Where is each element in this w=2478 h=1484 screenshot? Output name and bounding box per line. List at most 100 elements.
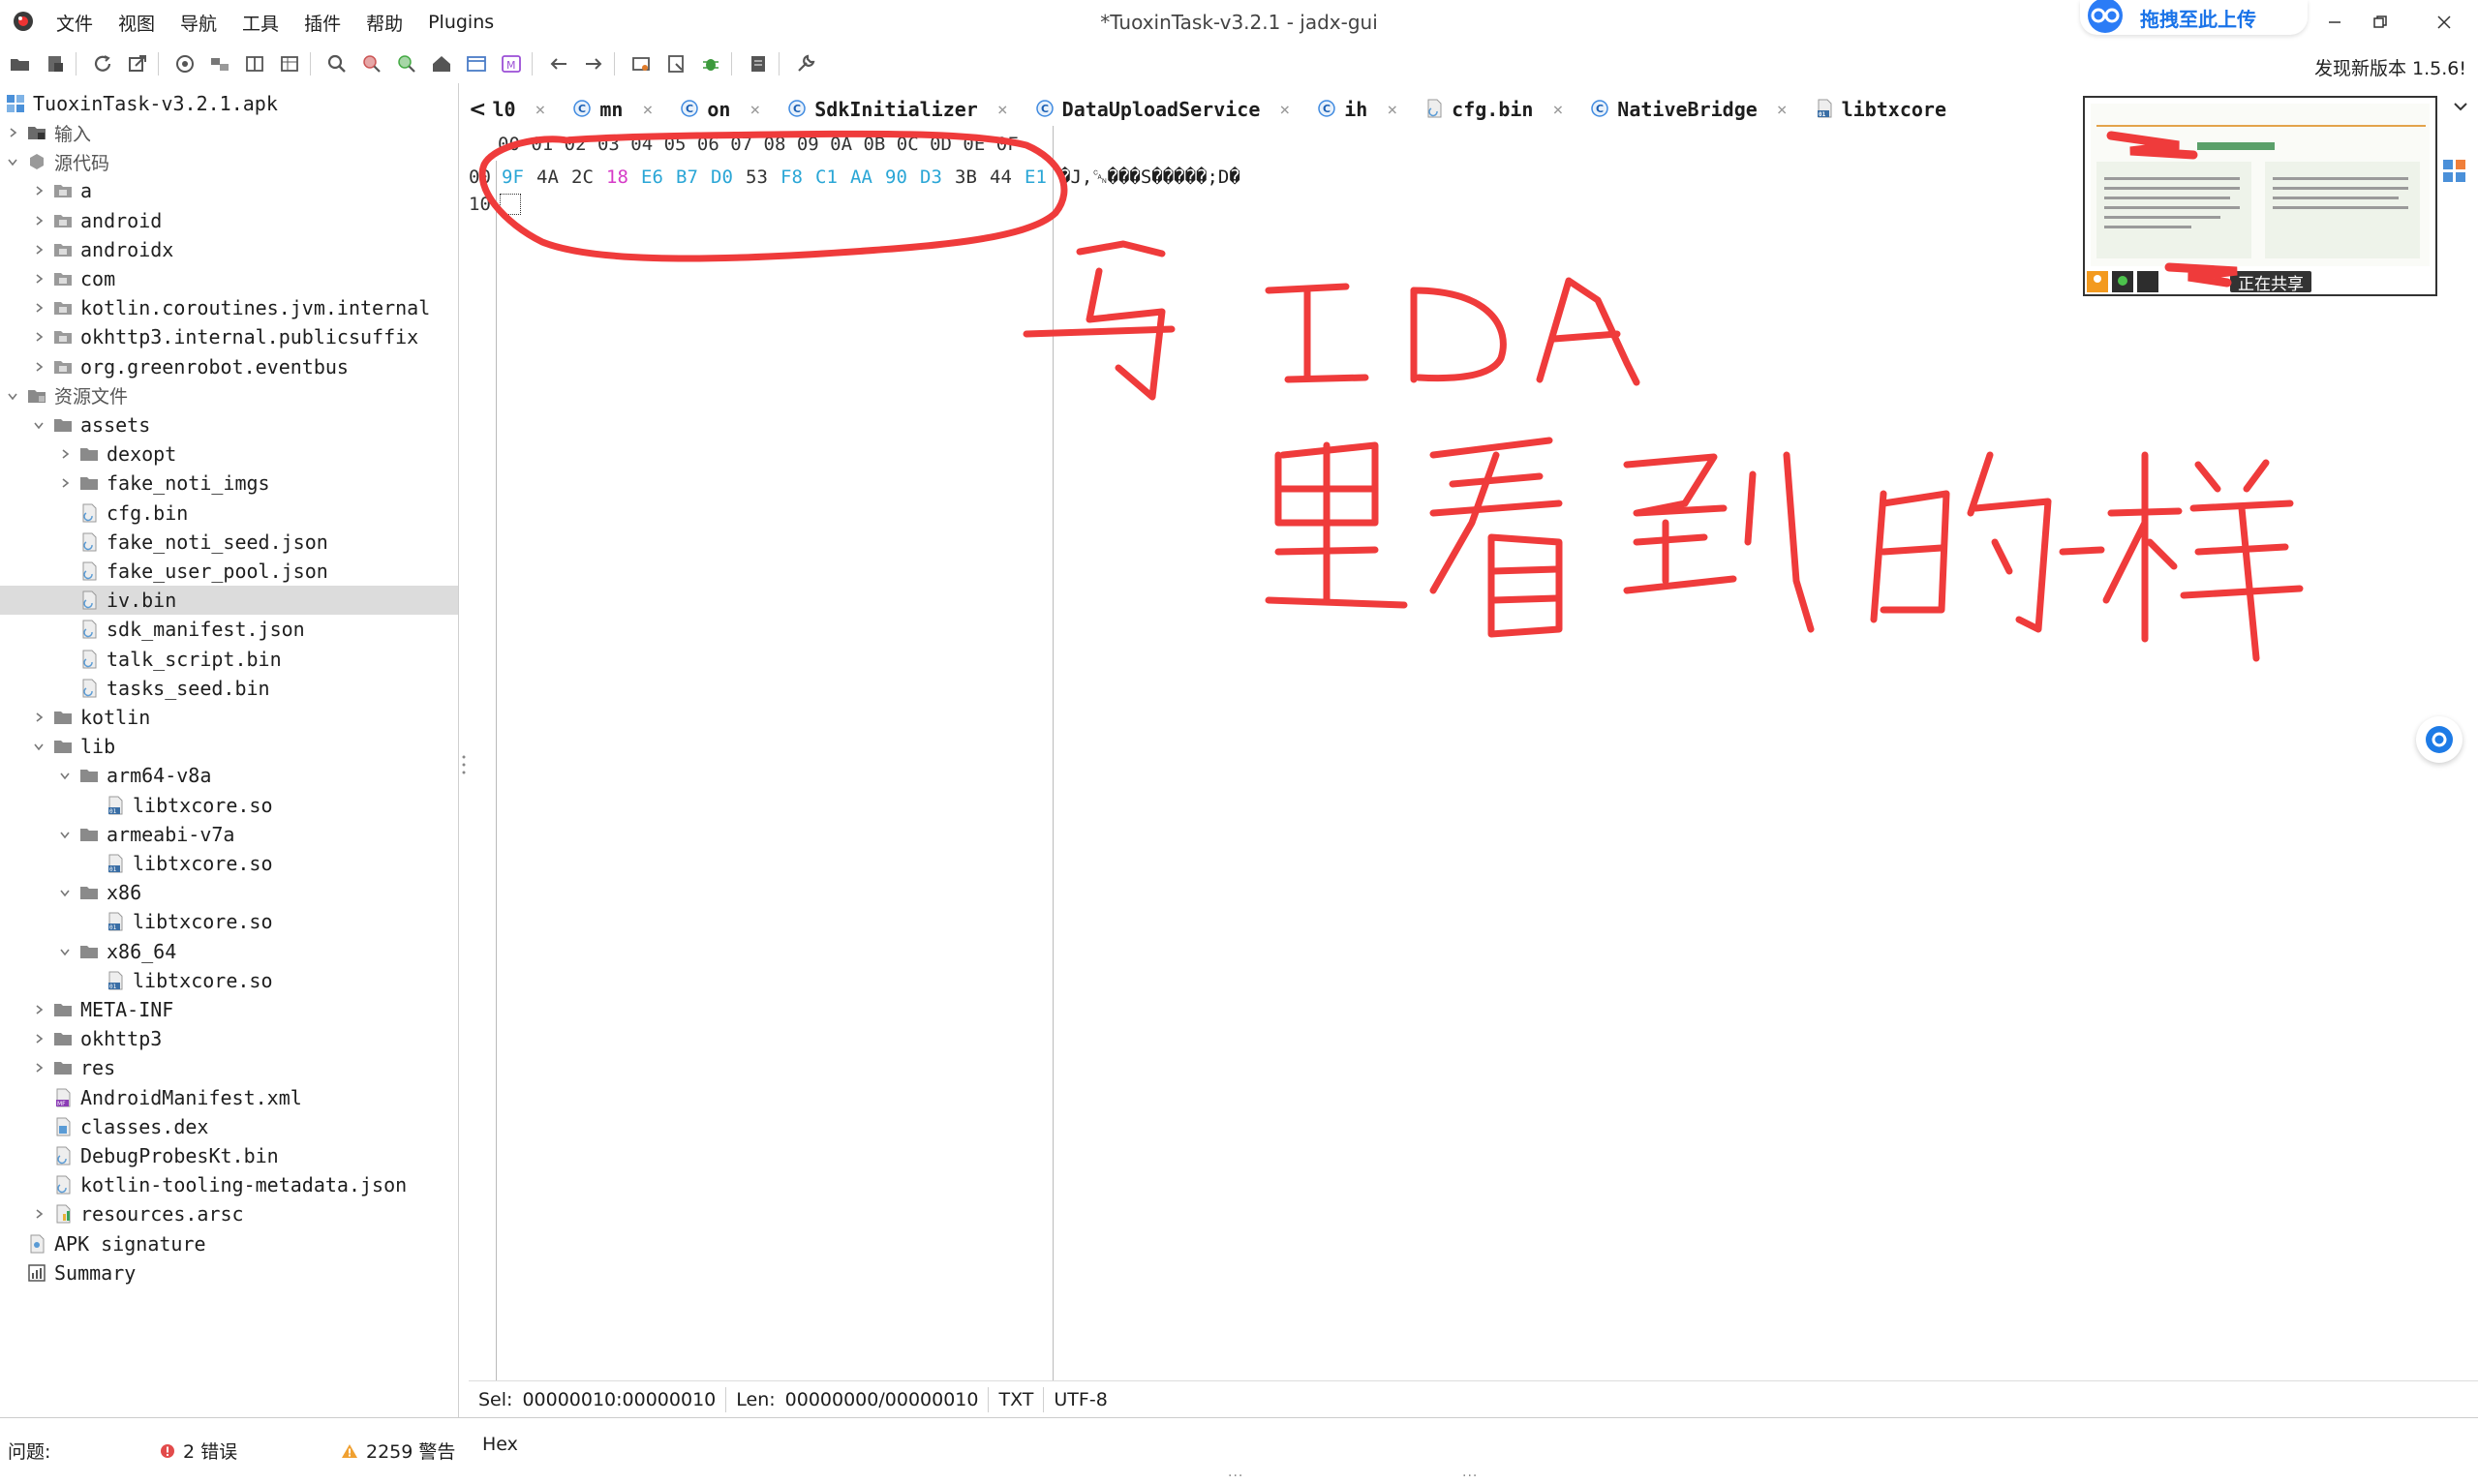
tree-item[interactable]: 输入 (0, 118, 458, 147)
errors-indicator[interactable]: 2 错误 (160, 1438, 237, 1464)
home-button[interactable] (427, 49, 456, 78)
menu-item-6[interactable]: Plugins (428, 12, 507, 33)
hex-byte[interactable]: 90 (885, 167, 920, 188)
screen-share-preview[interactable]: 正在共享 (2083, 96, 2437, 296)
menu-item-4[interactable]: 插件 (304, 10, 354, 36)
tab-close-icon[interactable]: × (750, 100, 760, 120)
chevron-right-icon[interactable] (32, 1061, 46, 1075)
chevron-right-icon[interactable] (32, 711, 46, 724)
tree-item[interactable]: x86 (0, 878, 458, 907)
tab-close-icon[interactable]: × (535, 100, 546, 120)
chevron-right-icon[interactable] (32, 243, 46, 257)
chevron-down-icon[interactable] (32, 418, 46, 432)
tree-item[interactable]: iv.bin (0, 586, 458, 616)
tab-close-icon[interactable]: × (1279, 100, 1290, 120)
editor-tab[interactable]: C NativeBridge × (1590, 93, 1788, 126)
tree-item[interactable]: android (0, 206, 458, 235)
usage-search-button[interactable] (392, 49, 421, 78)
hex-byte[interactable]: D3 (920, 167, 955, 188)
tree-item[interactable]: 01 libtxcore.so (0, 966, 458, 995)
encoding-selector[interactable]: UTF-8 (1044, 1387, 1117, 1412)
tab-close-icon[interactable]: × (1552, 100, 1563, 120)
tree-item[interactable]: okhttp3.internal.publicsuffix (0, 322, 458, 351)
chevron-right-icon[interactable] (32, 1003, 46, 1016)
menu-item-0[interactable]: 文件 (56, 10, 107, 36)
hex-byte[interactable]: 9F (502, 167, 536, 188)
hex-byte[interactable]: 2C (571, 167, 606, 188)
menu-item-2[interactable]: 导航 (180, 10, 230, 36)
view-mode-toggle[interactable]: TXT (989, 1387, 1045, 1412)
chevron-down-icon[interactable] (58, 769, 72, 782)
hex-byte[interactable]: 18 (606, 167, 641, 188)
tree-item[interactable]: tasks_seed.bin (0, 674, 458, 703)
tree-item[interactable]: assets (0, 410, 458, 439)
chevron-right-icon[interactable] (32, 214, 46, 227)
chevron-right-icon[interactable] (6, 126, 19, 139)
tree-item[interactable]: APK signature (0, 1229, 458, 1258)
tree-item[interactable]: sdk_manifest.json (0, 615, 458, 644)
chevron-right-icon[interactable] (58, 447, 72, 461)
chevron-down-icon[interactable] (32, 740, 46, 753)
editor-tab[interactable]: 01 libtxcore (1815, 93, 1946, 126)
tab-close-icon[interactable]: × (997, 100, 1008, 120)
apps-grid-icon[interactable] (2442, 159, 2467, 184)
chevron-right-icon[interactable] (32, 272, 46, 286)
close-button[interactable] (2415, 0, 2473, 45)
tree-item[interactable]: META-INF (0, 995, 458, 1024)
hex-byte[interactable]: 53 (746, 167, 780, 188)
log-viewer-button[interactable] (462, 49, 491, 78)
tree-item[interactable]: MF AndroidManifest.xml (0, 1083, 458, 1112)
hex-byte[interactable]: AA (850, 167, 885, 188)
hex-ascii-row[interactable]: �J,␘���S�����;D� (1059, 167, 1240, 188)
hex-byte[interactable]: D0 (711, 167, 746, 188)
chevron-right-icon[interactable] (32, 360, 46, 374)
editor-tab[interactable]: l0 × (492, 93, 545, 126)
hex-byte[interactable]: 4A (536, 167, 571, 188)
chevron-right-icon[interactable] (32, 1207, 46, 1221)
tree-item[interactable]: org.greenrobot.eventbus (0, 352, 458, 381)
tree-item[interactable]: kotlin-tooling-metadata.json (0, 1170, 458, 1199)
chevron-down-icon[interactable] (58, 945, 72, 958)
smali-button[interactable]: M (497, 49, 526, 78)
tree-item[interactable]: DebugProbesKt.bin (0, 1141, 458, 1170)
tree-item[interactable]: x86_64 (0, 937, 458, 966)
restore-button[interactable] (2351, 0, 2409, 45)
tree-item[interactable]: 源代码 (0, 147, 458, 176)
hex-byte[interactable]: 3B (955, 167, 990, 188)
hex-view-tab[interactable]: Hex (482, 1434, 518, 1455)
export-button[interactable] (123, 49, 152, 78)
tree-item[interactable]: classes.dex (0, 1112, 458, 1141)
warnings-indicator[interactable]: 2259 警告 (341, 1438, 455, 1464)
log-button[interactable] (744, 49, 773, 78)
panel-splitter[interactable] (459, 83, 469, 1433)
sync-tree-button[interactable] (170, 49, 199, 78)
tree-item[interactable]: dexopt (0, 439, 458, 469)
bottom-grip-icon[interactable]: ··· (1462, 1469, 1478, 1484)
menu-item-3[interactable]: 工具 (242, 10, 292, 36)
tree-item[interactable]: fake_noti_imgs (0, 469, 458, 498)
tree-item[interactable]: armeabi-v7a (0, 820, 458, 849)
chevron-right-icon[interactable] (32, 301, 46, 315)
tree-item[interactable]: 01 libtxcore.so (0, 849, 458, 878)
hex-byte[interactable]: E6 (641, 167, 676, 188)
hex-byte[interactable]: E1 (1025, 167, 1059, 188)
tree-item[interactable]: 01 libtxcore.so (0, 791, 458, 820)
chevron-right-icon[interactable] (32, 1032, 46, 1045)
quark-button[interactable] (661, 49, 690, 78)
editor-tab[interactable]: Cmn × (572, 93, 653, 126)
hex-byte-row[interactable]: 9F 4A 2C 18 E6 B7 D0 53 F8 C1 AA 90 D3 3B 44 E1 (502, 167, 1059, 188)
editor-tab[interactable]: Con × (680, 93, 760, 126)
chevron-down-icon[interactable] (58, 886, 72, 899)
tree-item[interactable]: arm64-v8a (0, 761, 458, 790)
chevron-down-icon[interactable] (6, 155, 19, 168)
tab-close-icon[interactable]: × (1777, 100, 1788, 120)
chevron-right-icon[interactable] (32, 184, 46, 197)
tabs-overflow-chevron-down-icon[interactable] (2451, 97, 2470, 121)
hex-editor[interactable]: 00 01 02 03 04 05 06 07 08 09 0A 0B 0C 0… (469, 126, 2478, 1380)
tree-item[interactable]: cfg.bin (0, 499, 458, 528)
tree-root[interactable]: TuoxinTask-v3.2.1.apk (0, 89, 458, 118)
deobfuscation-button[interactable] (627, 49, 656, 78)
tree-item[interactable]: fake_noti_seed.json (0, 528, 458, 557)
hex-byte[interactable]: B7 (676, 167, 711, 188)
editor-tab[interactable]: C SdkInitializer × (787, 93, 1008, 126)
